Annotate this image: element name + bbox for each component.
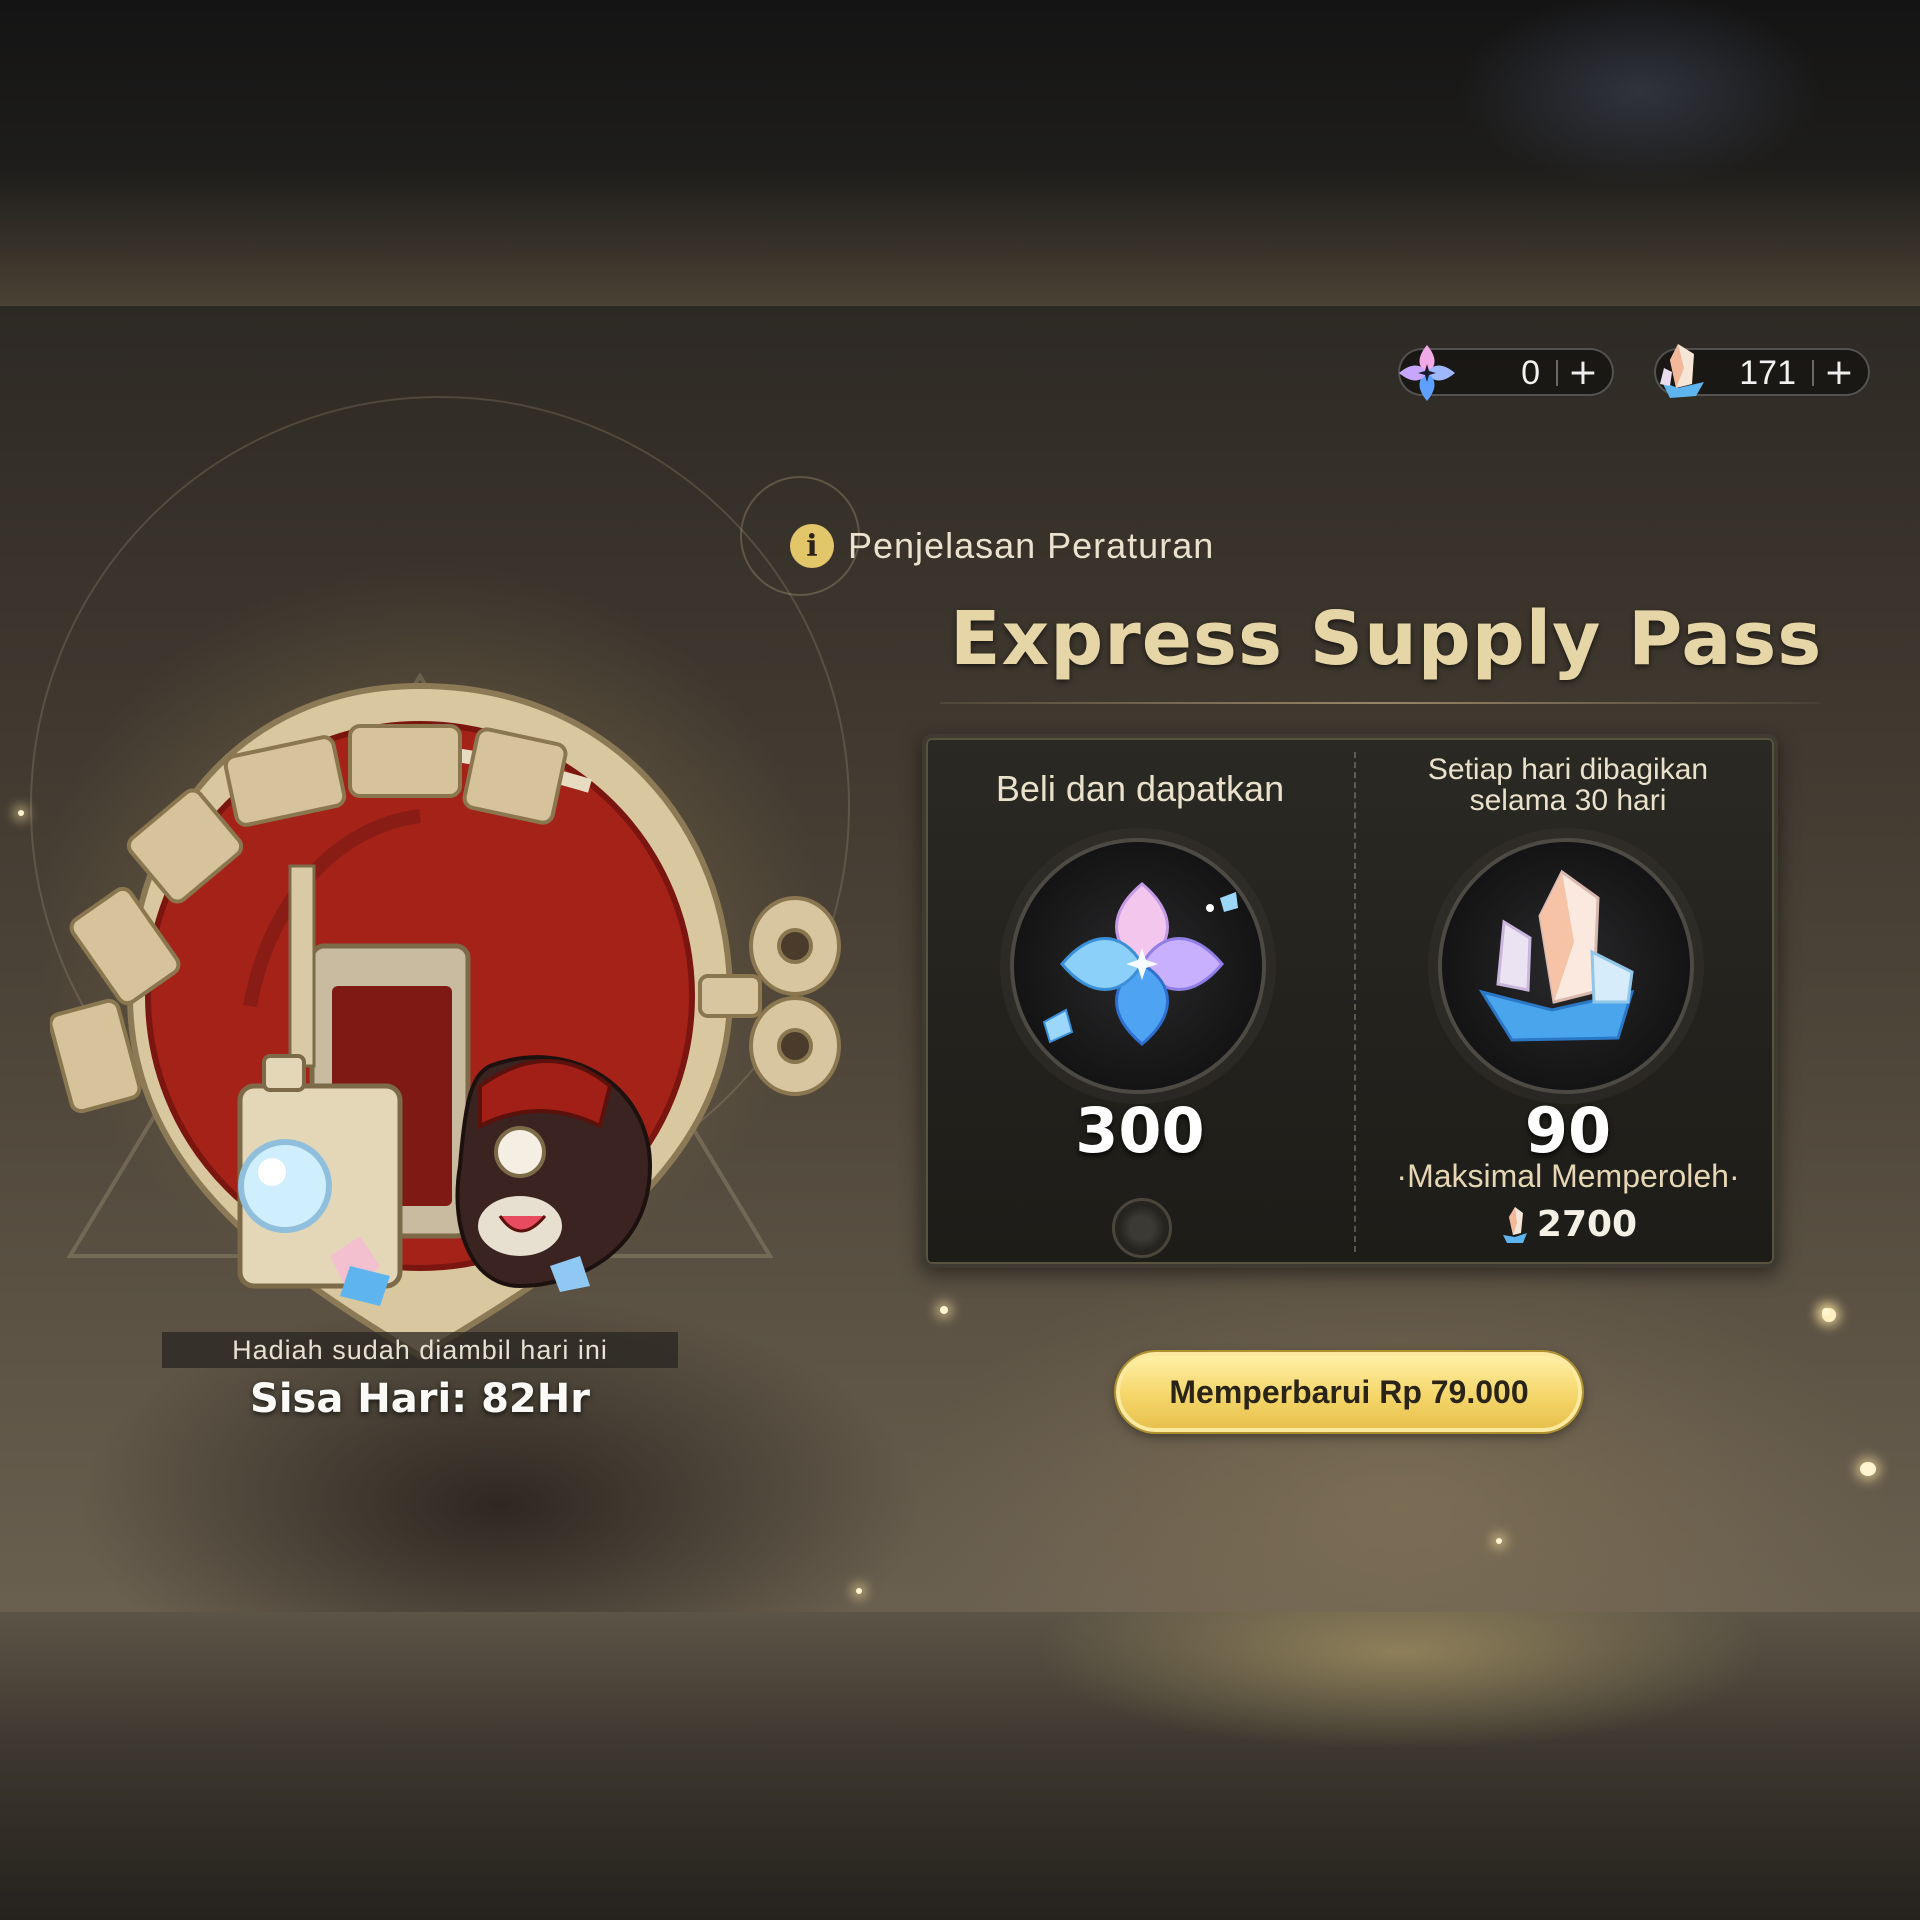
daily-reward-heading-line2: selama 30 hari [1469, 784, 1667, 817]
currency-stellar-jade: 0 + [1398, 345, 1614, 401]
renew-pass-label: Memperbarui Rp 79.000 [1169, 1373, 1529, 1410]
title-underline [940, 702, 1820, 704]
reward-panel: Beli dan dapatkan 300 Setiap hari dibagi… [922, 734, 1778, 1268]
max-obtain-row: 2700 [1354, 1204, 1782, 1245]
page-title: Express Supply Pass [950, 596, 1823, 682]
game-screen: 0 + 171 + Hadiah sudah diambil hari ini … [0, 306, 1920, 1612]
sparkle [1496, 1538, 1502, 1544]
renew-pass-button[interactable]: Memperbarui Rp 79.000 [1116, 1352, 1582, 1432]
currency-oneiric-shard: 171 + [1654, 344, 1870, 398]
express-pass-emblem [50, 672, 841, 1360]
daily-reward-amount: 90 [1524, 1094, 1612, 1167]
daily-reward: Setiap hari dibagikan selama 30 hari 90 … [1354, 738, 1782, 1264]
daily-reward-heading-line1: Setiap hari dibagikan [1427, 753, 1709, 786]
stellar-jade-count: 0 [1521, 354, 1540, 392]
stellar-jade-crystal-icon [1478, 869, 1635, 1042]
oneiric-shard-count: 171 [1739, 354, 1796, 392]
max-obtain-value: 2700 [1536, 1204, 1638, 1245]
oneiric-shard-flower-icon [1042, 882, 1238, 1046]
stellar-jade-mini-icon [1502, 1206, 1527, 1243]
instant-reward: Beli dan dapatkan 300 [926, 738, 1354, 1264]
sparkle [940, 1306, 948, 1314]
top-backdrop [0, 0, 1920, 306]
oneiric-shard-icon [1660, 344, 1704, 398]
sparkle [856, 1588, 862, 1594]
rules-explanation-label: Penjelasan Peraturan [848, 525, 1215, 566]
rules-explanation-button[interactable]: i Penjelasan Peraturan [790, 524, 1214, 568]
panel-ornament [1112, 1198, 1172, 1258]
daily-reward-heading: Setiap hari dibagikan selama 30 hari [1354, 754, 1782, 816]
claimed-status-text: Hadiah sudah diambil hari ini [232, 1334, 608, 1365]
days-remaining: Sisa Hari: 82Hr [250, 1376, 590, 1422]
currency-separator [1812, 360, 1814, 386]
stellar-jade-icon [1399, 345, 1455, 401]
info-icon: i [790, 524, 834, 568]
add-stellar-jade-button[interactable]: + [1568, 352, 1598, 393]
instant-reward-amount: 300 [1075, 1094, 1205, 1167]
sparkle [1860, 1462, 1876, 1476]
sparkle [18, 810, 24, 816]
claimed-status-bar: Hadiah sudah diambil hari ini [162, 1332, 678, 1368]
currency-separator [1556, 360, 1558, 386]
bottom-backdrop [0, 1612, 1920, 1920]
sparkle [1822, 1308, 1830, 1316]
daily-reward-orb [1438, 838, 1694, 1094]
instant-reward-orb [1010, 838, 1266, 1094]
add-oneiric-shard-button[interactable]: + [1824, 352, 1854, 393]
max-obtain-label: ·Maksimal Memperoleh· [1396, 1158, 1740, 1194]
instant-reward-heading: Beli dan dapatkan [995, 768, 1285, 809]
